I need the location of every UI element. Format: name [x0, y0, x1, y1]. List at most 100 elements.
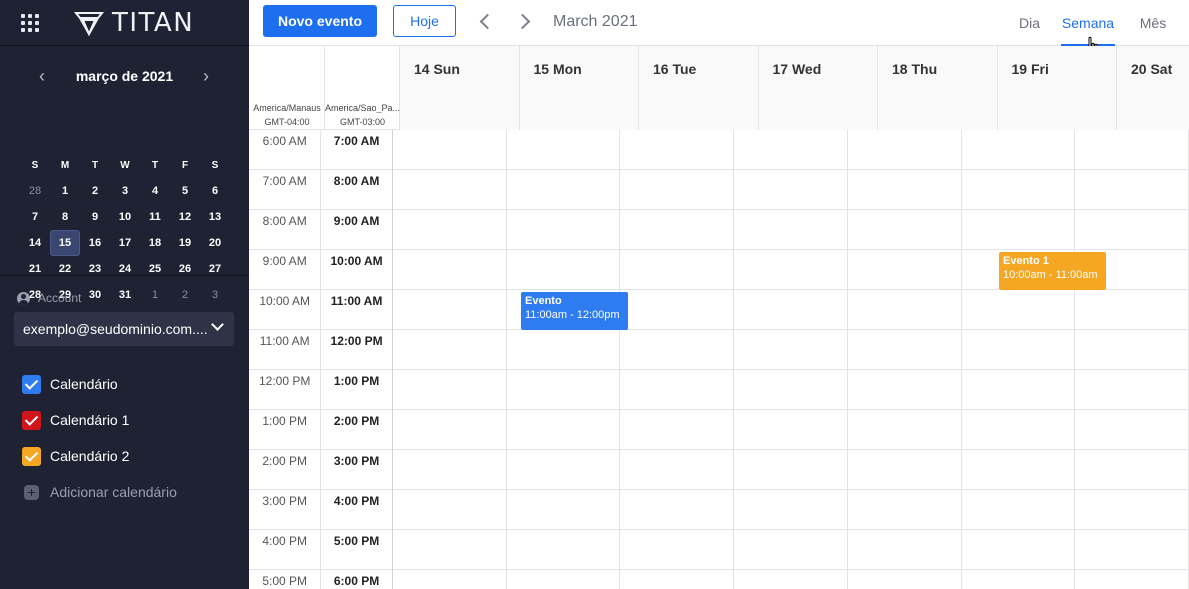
mini-calendar-day[interactable]: 16	[80, 230, 110, 256]
mini-calendar-day[interactable]: 31	[110, 282, 140, 308]
time-slot[interactable]	[393, 490, 507, 530]
time-slot[interactable]	[393, 330, 507, 370]
mini-calendar-day[interactable]: 12	[170, 204, 200, 230]
time-slot[interactable]	[1075, 570, 1189, 589]
mini-calendar-day[interactable]: 8	[50, 204, 80, 230]
time-slot[interactable]	[620, 570, 735, 589]
mini-calendar-day[interactable]: 22	[50, 256, 80, 282]
time-slot[interactable]	[620, 170, 735, 210]
tab-week[interactable]: Semana	[1059, 0, 1117, 46]
time-slot[interactable]	[962, 450, 1076, 490]
mini-calendar-day[interactable]: 3	[200, 282, 230, 308]
time-slot[interactable]	[620, 410, 735, 450]
time-slot[interactable]	[1075, 410, 1189, 450]
time-slot[interactable]	[620, 450, 735, 490]
time-slot[interactable]	[848, 450, 962, 490]
time-slot[interactable]	[962, 170, 1076, 210]
mini-calendar-day[interactable]: 20	[200, 230, 230, 256]
time-slot[interactable]	[620, 370, 735, 410]
new-event-button[interactable]: Novo evento	[263, 5, 377, 37]
day-header[interactable]: 18 Thu	[878, 46, 998, 130]
time-slot[interactable]	[620, 290, 735, 330]
chevron-right-icon[interactable]	[515, 11, 535, 31]
time-slot[interactable]	[393, 130, 507, 170]
time-slot[interactable]	[393, 410, 507, 450]
time-slot[interactable]	[734, 450, 848, 490]
time-slot[interactable]	[962, 570, 1076, 589]
time-slot[interactable]	[1075, 370, 1189, 410]
time-slot[interactable]	[734, 530, 848, 570]
event-evento[interactable]: Evento 11:00am - 12:00pm	[521, 292, 628, 330]
time-slot[interactable]	[962, 490, 1076, 530]
apps-grid-icon[interactable]	[21, 14, 39, 32]
time-slot[interactable]	[734, 290, 848, 330]
mini-calendar-day[interactable]: 9	[80, 204, 110, 230]
time-slot[interactable]	[393, 210, 507, 250]
time-slot[interactable]	[962, 530, 1076, 570]
checkbox-checked-icon[interactable]	[22, 446, 41, 466]
mini-calendar-day[interactable]: 28	[20, 178, 50, 204]
time-slot[interactable]	[620, 250, 735, 290]
time-slot[interactable]	[507, 330, 621, 370]
mini-calendar-day[interactable]: 1	[50, 178, 80, 204]
mini-calendar-day[interactable]: 3	[110, 178, 140, 204]
calendar-item[interactable]: Calendário	[22, 366, 177, 402]
mini-calendar-day[interactable]: 30	[80, 282, 110, 308]
time-slot[interactable]	[393, 170, 507, 210]
mini-calendar-day[interactable]: 2	[170, 282, 200, 308]
day-header[interactable]: 20 Sat	[1117, 46, 1189, 130]
mini-calendar-day[interactable]: 1	[140, 282, 170, 308]
chevron-left-icon[interactable]	[475, 11, 495, 31]
time-slot[interactable]	[507, 130, 621, 170]
time-slot[interactable]	[1075, 170, 1189, 210]
time-slot[interactable]	[734, 210, 848, 250]
time-slot[interactable]	[734, 490, 848, 530]
mini-calendar-day[interactable]: 5	[170, 178, 200, 204]
checkbox-checked-icon[interactable]	[22, 410, 41, 430]
mini-calendar-day[interactable]: 2	[80, 178, 110, 204]
mini-calendar-day[interactable]: 26	[170, 256, 200, 282]
time-slot[interactable]	[1075, 330, 1189, 370]
calendar-item[interactable]: Calendário 1	[22, 402, 177, 438]
mini-calendar-day[interactable]: 19	[170, 230, 200, 256]
time-slot[interactable]	[848, 530, 962, 570]
mini-calendar-day[interactable]: 24	[110, 256, 140, 282]
mini-calendar-day[interactable]: 27	[200, 256, 230, 282]
time-slot[interactable]	[1075, 290, 1189, 330]
time-slot[interactable]	[734, 370, 848, 410]
time-slot[interactable]	[393, 530, 507, 570]
day-header[interactable]: 19 Fri	[997, 46, 1117, 130]
time-slot[interactable]	[848, 330, 962, 370]
time-slot[interactable]	[848, 570, 962, 589]
time-slot[interactable]	[962, 410, 1076, 450]
time-slot[interactable]	[393, 290, 507, 330]
time-slot[interactable]	[507, 370, 621, 410]
day-header[interactable]: 17 Wed	[758, 46, 878, 130]
time-slot[interactable]	[962, 130, 1076, 170]
time-slot[interactable]	[507, 530, 621, 570]
time-slot[interactable]	[962, 290, 1076, 330]
day-header[interactable]: 15 Mon	[519, 46, 639, 130]
time-slot[interactable]	[1075, 450, 1189, 490]
time-slot[interactable]	[1075, 210, 1189, 250]
time-slot[interactable]	[734, 170, 848, 210]
checkbox-checked-icon[interactable]	[22, 374, 41, 394]
today-button[interactable]: Hoje	[393, 5, 456, 37]
time-slot[interactable]	[734, 570, 848, 589]
day-header[interactable]: 16 Tue	[639, 46, 759, 130]
time-slot[interactable]	[620, 490, 735, 530]
mini-calendar-day[interactable]: 6	[200, 178, 230, 204]
time-slot[interactable]	[393, 450, 507, 490]
time-slot[interactable]	[507, 450, 621, 490]
time-slot[interactable]	[734, 250, 848, 290]
time-slot[interactable]	[393, 370, 507, 410]
time-slot[interactable]	[734, 130, 848, 170]
mini-calendar-day-selected[interactable]: 15	[50, 230, 80, 256]
time-slot[interactable]	[620, 330, 735, 370]
time-slot[interactable]	[620, 130, 735, 170]
time-slot[interactable]	[1075, 530, 1189, 570]
time-slot[interactable]	[734, 330, 848, 370]
mini-calendar-day[interactable]: 17	[110, 230, 140, 256]
calendar-item[interactable]: Calendário 2	[22, 438, 177, 474]
mini-calendar-day[interactable]: 21	[20, 256, 50, 282]
